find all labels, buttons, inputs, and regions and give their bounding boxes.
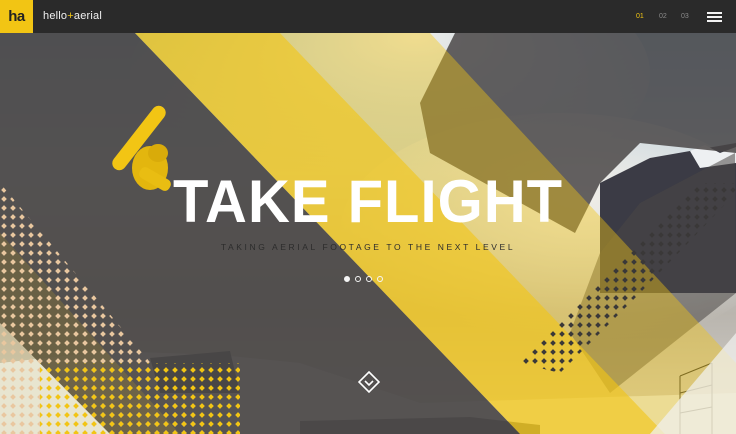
slider-dot-3[interactable] [366, 276, 372, 282]
scroll-down-icon [358, 371, 380, 393]
hero-headline: TAKE FLIGHT [172, 167, 564, 236]
page-nav-item-2[interactable]: 02 [659, 0, 667, 33]
page-nav-item-3[interactable]: 03 [681, 0, 689, 33]
page-nav-item-1[interactable]: 01 [636, 0, 644, 33]
slider-dot-1[interactable] [344, 276, 350, 282]
slider-dot-4[interactable] [377, 276, 383, 282]
page-nav-number: 03 [681, 13, 689, 20]
top-navigation-bar: ha hello+aerial 01 02 03 [0, 0, 736, 33]
brand-name[interactable]: hello+aerial [43, 0, 102, 33]
hero-section: TAKE FLIGHT TAKING AERIAL FOOTAGE TO THE… [0, 33, 736, 434]
chevron-down-diamond-icon[interactable] [358, 371, 380, 393]
logo-text: ha [8, 8, 25, 25]
brand-part-aerial: aerial [73, 10, 102, 22]
page-nav-number: 01 [636, 13, 644, 20]
page-nav-number: 02 [659, 13, 667, 20]
menu-line [707, 16, 722, 18]
slider-dot-2[interactable] [355, 276, 361, 282]
logo[interactable]: ha [0, 0, 33, 33]
menu-line [707, 20, 722, 22]
hamburger-menu-icon[interactable] [707, 12, 722, 22]
hero-tagline: TAKING AERIAL FOOTAGE TO THE NEXT LEVEL [220, 242, 516, 252]
menu-line [707, 12, 722, 14]
brand-plus: + [67, 10, 74, 22]
slider-pagination [344, 269, 388, 282]
brand-part-hello: hello [43, 10, 68, 22]
